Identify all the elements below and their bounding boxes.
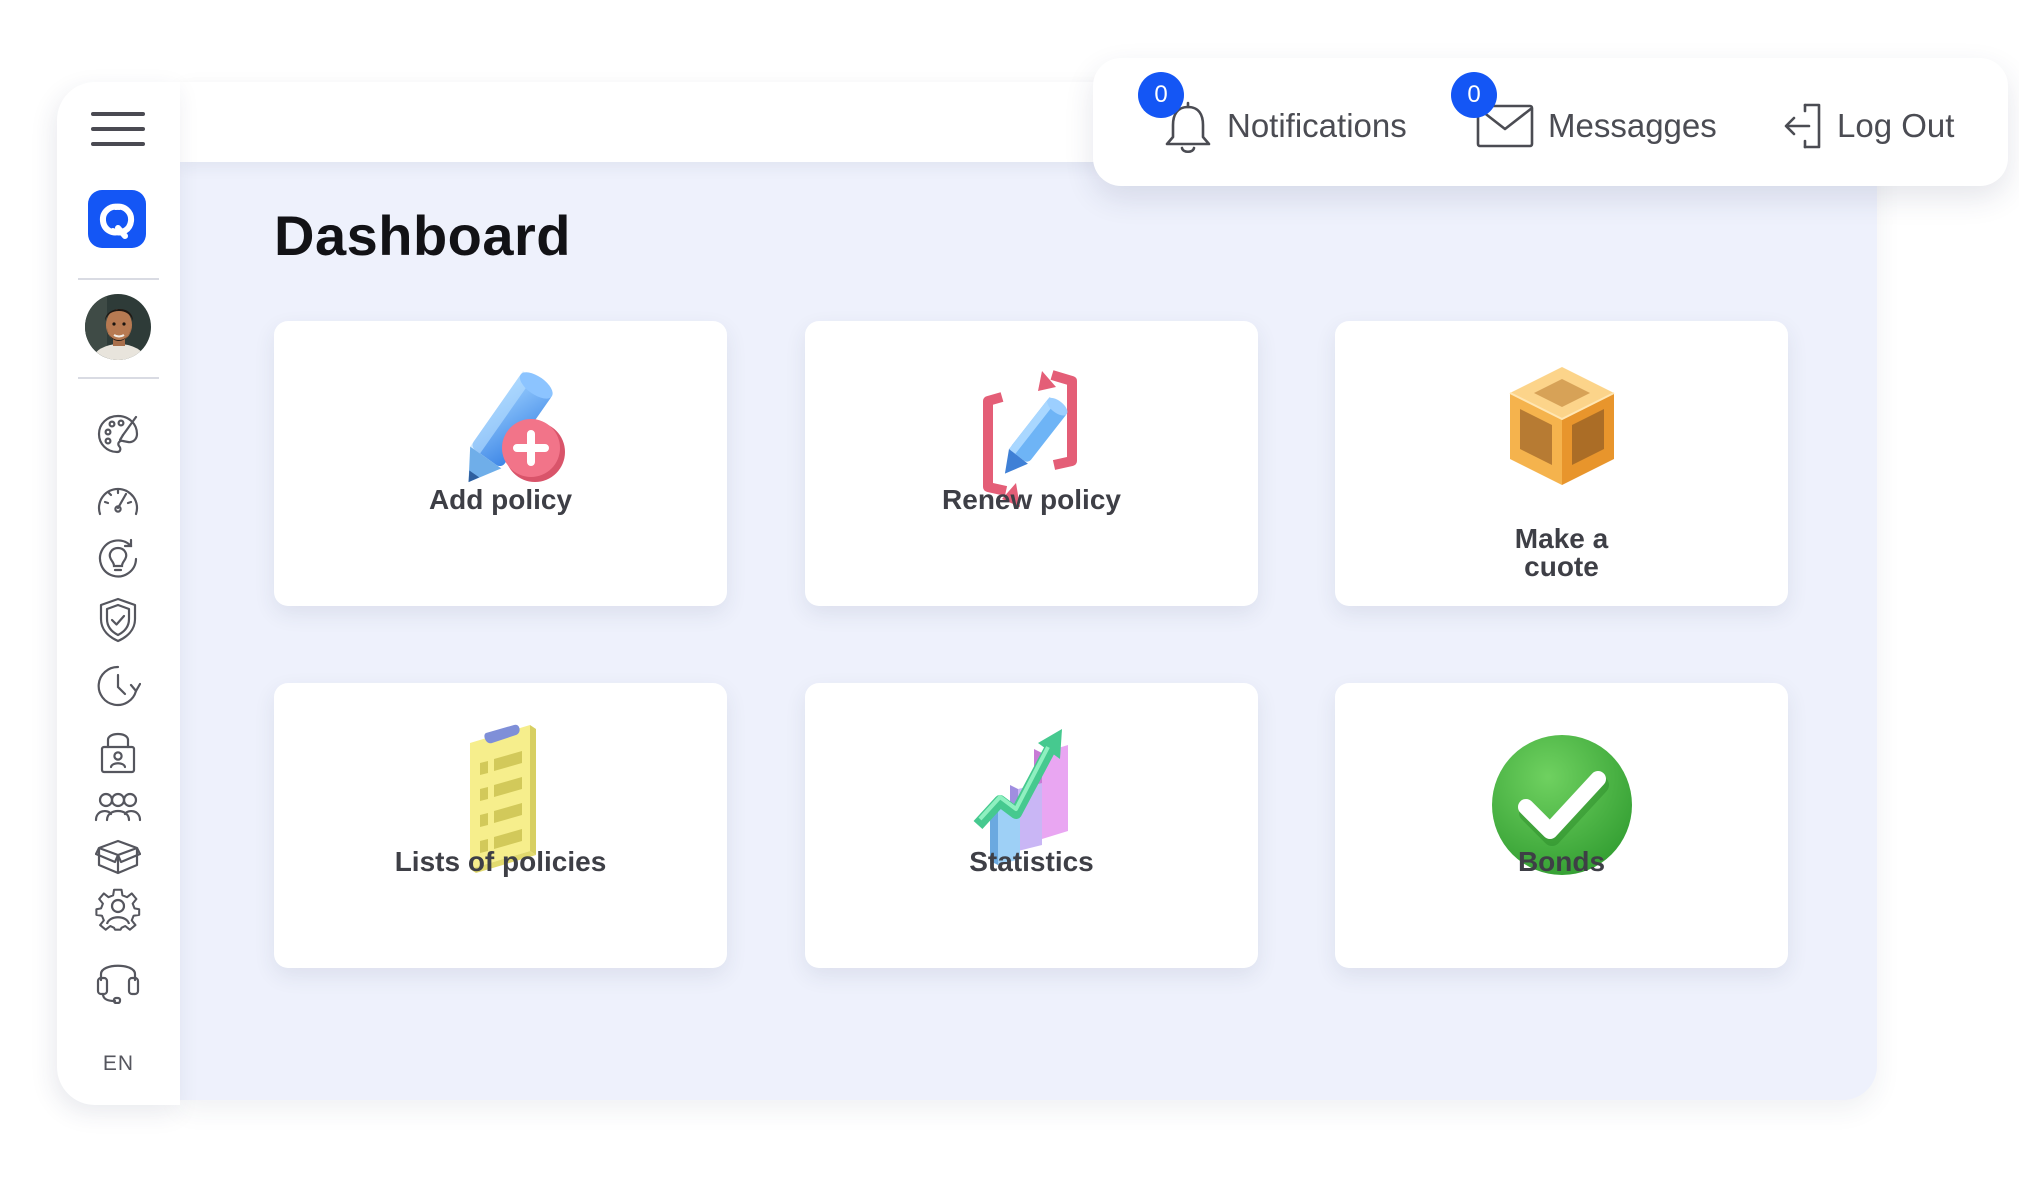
messages-count-badge: 0 — [1451, 72, 1497, 118]
speedometer-icon[interactable] — [90, 475, 146, 525]
bonds-label: Bonds — [1517, 846, 1606, 877]
notifications-button[interactable]: Notifications — [1163, 96, 1407, 156]
history-icon[interactable] — [90, 661, 146, 711]
logout-button[interactable]: Log Out — [1783, 96, 1954, 156]
add-policy-card[interactable]: Add policy — [274, 321, 727, 606]
notifications-count-badge: 0 — [1138, 72, 1184, 118]
header-actions: Notifications 0 Messagges 0 Log Out — [1093, 58, 2008, 186]
logout-icon — [1784, 103, 1821, 149]
notifications-label: Notifications — [1227, 107, 1407, 144]
lists-of-policies-card[interactable]: Lists of policies — [274, 683, 727, 968]
team-icon[interactable] — [90, 782, 146, 832]
statistics-card[interactable]: Statistics — [805, 683, 1258, 968]
lightbulb-icon[interactable] — [90, 534, 146, 584]
avatar[interactable] — [85, 294, 151, 360]
make-a-cuote-card[interactable]: Make a cuote — [1335, 321, 1788, 606]
renew-policy-card[interactable]: Renew policy — [805, 321, 1258, 606]
box-icon[interactable] — [90, 832, 146, 882]
language-selector[interactable]: EN — [57, 1052, 180, 1076]
settings-user-icon[interactable] — [90, 885, 146, 935]
shield-check-icon[interactable] — [90, 595, 146, 645]
page-title: Dashboard — [274, 204, 571, 267]
statistics-label: Statistics — [969, 846, 1094, 877]
renew-policy-label: Renew policy — [942, 484, 1121, 515]
lock-user-icon[interactable] — [90, 726, 146, 776]
box-3d-icon — [1502, 361, 1622, 496]
sidebar-divider — [78, 377, 159, 379]
add-policy-label: Add policy — [428, 484, 573, 515]
logout-label: Log Out — [1837, 107, 1955, 144]
messages-label: Messagges — [1548, 107, 1717, 144]
messages-button[interactable]: Messagges — [1476, 96, 1717, 156]
headset-icon[interactable] — [90, 954, 146, 1004]
palette-icon[interactable] — [90, 409, 146, 459]
sidebar-divider — [78, 278, 159, 280]
bonds-card[interactable]: Bonds — [1335, 683, 1788, 968]
make-a-cuote-label-line1: Make a — [1514, 523, 1609, 554]
lists-of-policies-label: Lists of policies — [394, 846, 607, 877]
sidebar: EN — [57, 82, 180, 1105]
menu-icon[interactable] — [91, 112, 145, 148]
app-logo[interactable] — [88, 190, 146, 248]
make-a-cuote-label-line2: cuote — [1524, 551, 1599, 582]
